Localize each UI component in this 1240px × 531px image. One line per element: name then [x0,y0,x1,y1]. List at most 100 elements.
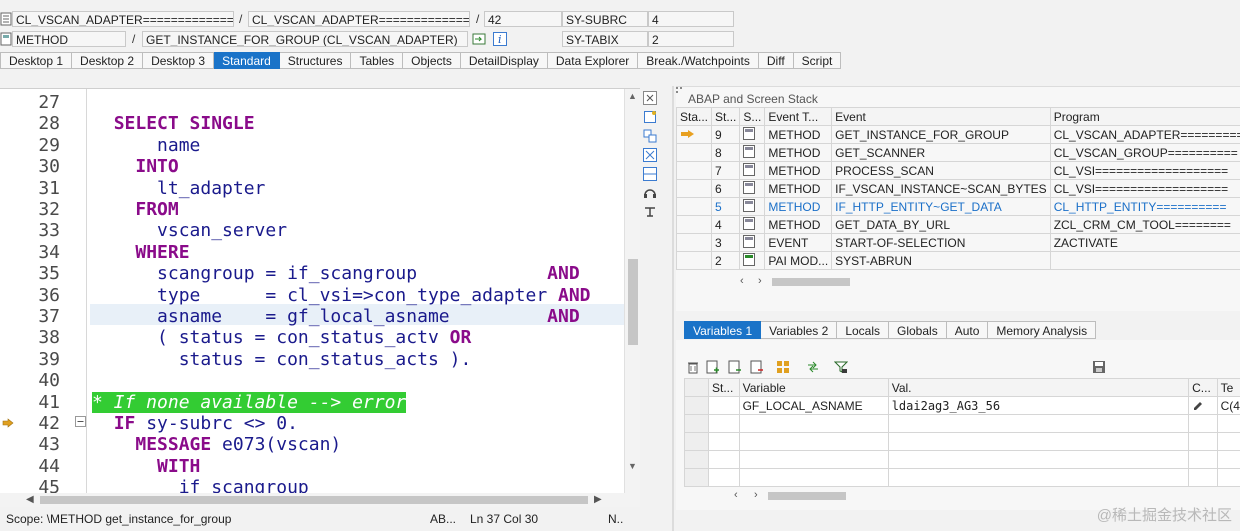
new-tool-icon[interactable] [643,110,657,124]
tab-locals[interactable]: Locals [837,321,889,339]
row-selector[interactable] [684,396,709,415]
code-line[interactable]: vscan_server [92,220,287,241]
code-line[interactable]: SELECT SINGLE [92,113,255,134]
empty-cell[interactable] [738,450,889,469]
tab-script[interactable]: Script [793,52,842,69]
remove-row-icon[interactable] [750,360,766,374]
code-line[interactable]: lt_adapter [92,178,265,199]
tab-data-explorer[interactable]: Data Explorer [547,52,639,69]
stack-row[interactable]: 5 METHOD IF_HTTP_ENTITY~GET_DATA CL_HTTP_EN… [675,197,1240,216]
empty-cell[interactable] [887,468,1190,487]
pane-splitter[interactable] [672,86,674,531]
class-name-field[interactable]: CL_VSCAN_ADAPTER=============_ [12,11,234,27]
tab-memory-analysis[interactable]: Memory Analysis [988,321,1097,339]
empty-variable-row[interactable] [684,432,1240,451]
stack-row[interactable]: 6 METHOD IF_VSCAN_INSTANCE~SCAN_BYTES CL_VS… [675,179,1240,198]
variables-horizontal-scrollbar[interactable]: ‹ › [730,489,860,502]
filter-icon[interactable] [833,360,850,374]
scroll-right-icon[interactable]: › [754,489,758,501]
transfer-icon[interactable] [806,360,822,374]
scroll-thumb[interactable] [40,496,588,504]
column-header[interactable]: Te [1216,378,1240,397]
code-line[interactable]: name [92,135,200,156]
line-number-field[interactable]: 42 [484,11,562,27]
stack-row[interactable]: 4 METHOD GET_DATA_BY_URL ZCL_CRM_CM_TOOL===… [675,215,1240,234]
insert-row-icon[interactable] [706,360,722,374]
split-view-icon[interactable] [643,167,657,181]
include-name-field[interactable]: CL_VSCAN_ADAPTER=============_ [248,11,470,27]
value-cell[interactable]: ldai2ag3_AG3_56 [887,396,1190,415]
tab-standard[interactable]: Standard [214,52,280,69]
scroll-left-icon[interactable]: ‹ [740,275,744,287]
stack-horizontal-scrollbar[interactable]: ‹ › [736,275,856,288]
event-name-field[interactable]: GET_INSTANCE_FOR_GROUP (CL_VSCAN_ADAPTER… [142,31,468,47]
tab-detaildisplay[interactable]: DetailDisplay [460,52,548,69]
tab-diff[interactable]: Diff [758,52,794,69]
column-header[interactable]: St... [711,107,741,126]
empty-cell[interactable] [738,432,889,451]
source-code-editor[interactable]: 27 28 SELECT SINGLE 29 name 30 INTO 31 lt_ad… [0,88,640,494]
code-line[interactable]: FROM [92,199,178,220]
empty-variable-row[interactable] [684,468,1240,487]
scroll-right-icon[interactable]: › [758,275,762,287]
tab-desktop-3[interactable]: Desktop 3 [143,52,215,69]
code-line[interactable]: status = con_status_acts ). [92,349,472,370]
scroll-thumb[interactable] [772,278,850,286]
maximize-icon[interactable] [643,148,657,162]
row-selector-header[interactable] [684,378,709,397]
empty-variable-row[interactable] [684,450,1240,469]
column-header[interactable]: Event [831,107,1051,126]
info-icon[interactable]: i [493,32,507,46]
empty-cell[interactable] [887,414,1190,433]
scroll-left-icon[interactable]: ‹ [734,489,738,501]
sy-tabix-value[interactable]: 2 [648,31,734,47]
row-selector[interactable] [684,414,709,433]
stack-row[interactable]: 7 METHOD PROCESS_SCAN CL_VSI===============… [675,161,1240,180]
empty-cell[interactable] [738,414,889,433]
append-row-icon[interactable] [728,360,744,374]
tab-variables-2[interactable]: Variables 2 [761,321,838,339]
edit-pencil-icon[interactable] [1192,398,1204,410]
code-line[interactable]: asname = gf_local_asname AND [92,306,580,327]
column-header[interactable]: Event T... [764,107,833,126]
code-line[interactable]: INTO [92,156,178,177]
sy-subrc-value[interactable]: 4 [648,11,734,27]
navigate-icon[interactable] [472,32,486,46]
scroll-right-icon[interactable]: ▶ [594,494,602,505]
code-line[interactable]: WHERE [92,242,189,263]
empty-cell[interactable] [1188,450,1218,469]
code-line[interactable]: MESSAGE e073(vscan) [92,434,341,455]
tab-objects[interactable]: Objects [403,52,461,69]
code-line[interactable]: if_scangroup [92,477,309,494]
column-header[interactable]: Program [1049,107,1240,126]
delete-icon[interactable] [686,360,702,374]
tab-variables-1[interactable]: Variables 1 [684,321,762,339]
select-all-icon[interactable] [776,360,792,374]
editor-vertical-scrollbar[interactable]: ▲ ▼ [624,89,640,494]
empty-variable-row[interactable] [684,414,1240,433]
headset-icon[interactable] [643,186,657,200]
panel-menu-icon[interactable] [676,87,686,100]
tab-structures[interactable]: Structures [279,52,352,69]
code-line[interactable]: IF sy-subrc <> 0. [92,413,298,434]
collapse-block-icon[interactable] [75,416,86,430]
empty-cell[interactable] [1188,468,1218,487]
column-header[interactable]: Val. [887,378,1190,397]
column-header[interactable]: St... [708,378,740,397]
code-line[interactable]: * If none available --> error [92,391,407,413]
editor-horizontal-scrollbar[interactable]: ◀ ▶ [0,493,640,507]
code-line[interactable]: WITH [92,456,200,477]
scroll-thumb[interactable] [628,259,638,345]
settings-tool-icon[interactable] [643,205,657,219]
tab-desktop-2[interactable]: Desktop 2 [72,52,144,69]
scroll-thumb[interactable] [768,492,846,500]
column-header[interactable]: C... [1188,378,1218,397]
scroll-up-icon[interactable]: ▲ [628,91,637,101]
scroll-left-icon[interactable]: ◀ [26,494,34,505]
empty-cell[interactable] [887,450,1190,469]
row-selector[interactable] [684,468,709,487]
stack-row[interactable]: 2 PAI MOD... SYST-ABRUN [675,251,1240,270]
empty-cell[interactable] [887,432,1190,451]
stack-row[interactable]: 9 METHOD GET_INSTANCE_FOR_GROUP CL_VSCAN_AD… [675,125,1240,144]
column-header[interactable]: Variable [738,378,889,397]
